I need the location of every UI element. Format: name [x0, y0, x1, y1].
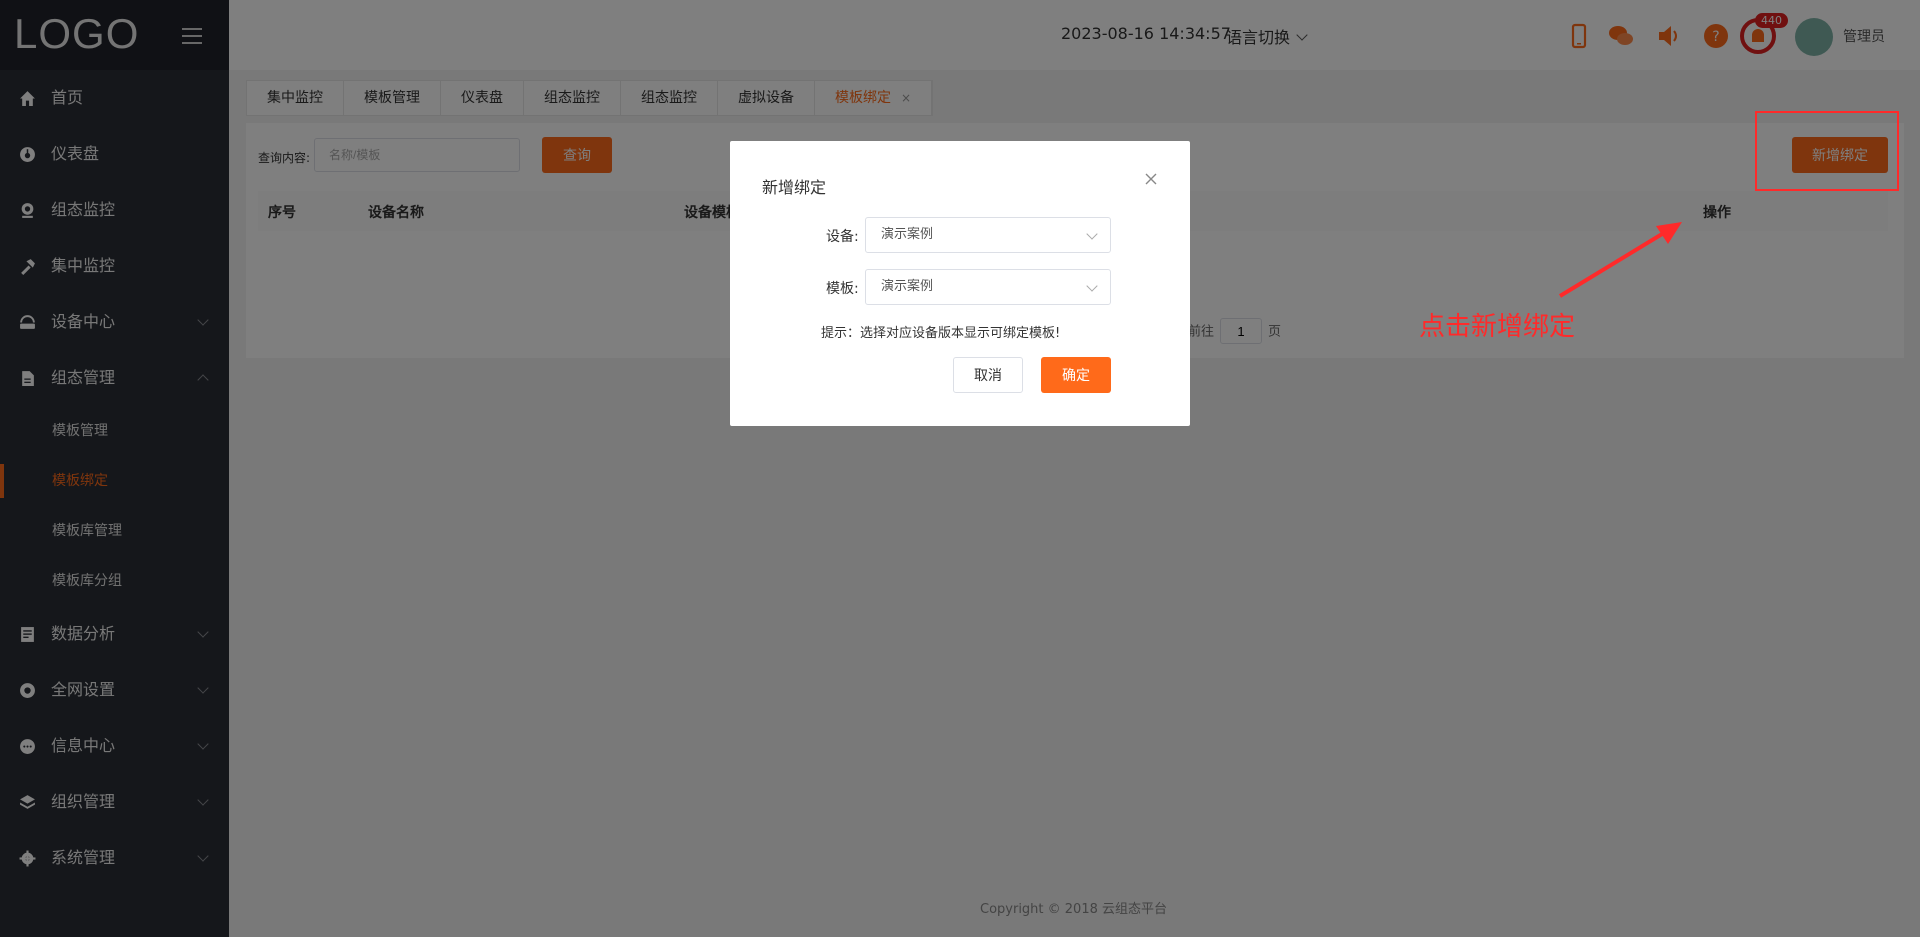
- cancel-button[interactable]: 取消: [953, 357, 1023, 393]
- chevron-down-icon: [1086, 280, 1098, 292]
- annotation-highlight-box: [1755, 111, 1899, 191]
- close-icon[interactable]: [1143, 171, 1159, 187]
- device-select[interactable]: 演示案例: [865, 217, 1111, 253]
- template-label: 模板:: [826, 281, 859, 297]
- add-binding-dialog: 新增绑定 设备: 演示案例 模板: 演示案例 提示：选择对应设备版本显示可绑定模…: [730, 141, 1190, 426]
- annotation-arrow-icon: [1558, 222, 1682, 298]
- device-label: 设备:: [826, 229, 859, 245]
- confirm-button[interactable]: 确定: [1041, 357, 1111, 393]
- template-select[interactable]: 演示案例: [865, 269, 1111, 305]
- annotation-text: 点击新增绑定: [1419, 312, 1576, 342]
- dialog-tip: 提示：选择对应设备版本显示可绑定模板!: [821, 326, 1061, 341]
- device-select-value: 演示案例: [881, 227, 934, 242]
- chevron-down-icon: [1086, 228, 1098, 240]
- template-select-value: 演示案例: [881, 279, 934, 294]
- dialog-title: 新增绑定: [762, 178, 827, 197]
